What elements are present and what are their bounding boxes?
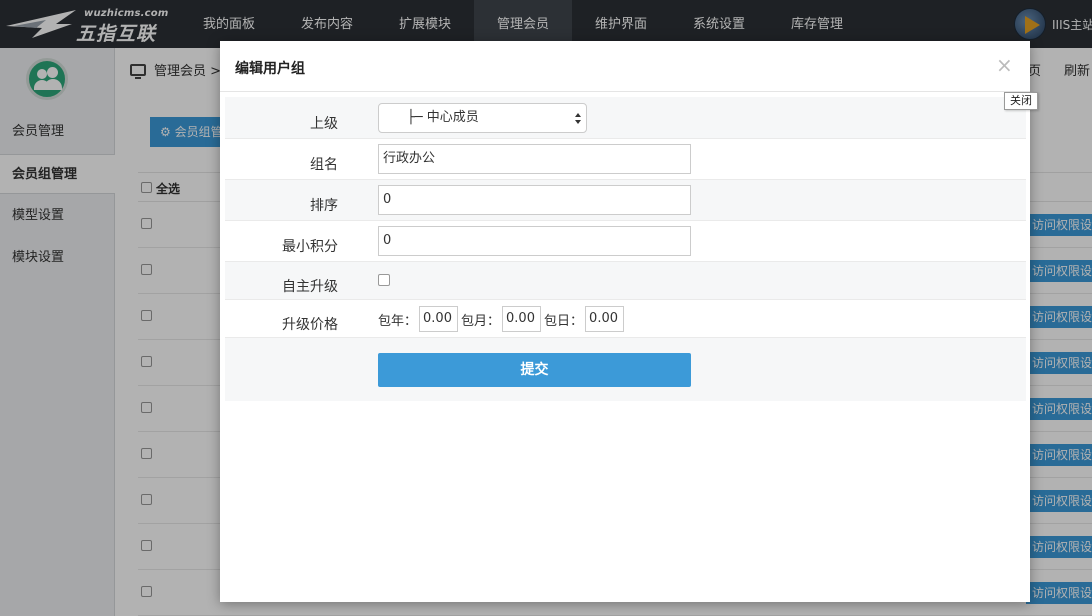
form-row-name: 组名 行政办公 [225, 139, 1026, 180]
select-arrows-icon [575, 113, 581, 125]
upgrade-price-label: 升级价格 [282, 317, 338, 333]
per-month-label: 包月： [461, 313, 501, 329]
min-points-label: 最小积分 [282, 239, 338, 255]
submit-button[interactable]: 提交 [378, 353, 691, 387]
order-input[interactable]: 0 [378, 185, 691, 215]
self-upgrade-label: 自主升级 [282, 279, 338, 295]
self-upgrade-checkbox[interactable] [378, 274, 390, 286]
group-name-input[interactable]: 行政办公 [378, 144, 691, 174]
form-row-upgrade-price: 升级价格 包年： 0.00 包月： 0.00 包日： 0.00 [225, 300, 1026, 338]
form-row-self-upgrade: 自主升级 [225, 262, 1026, 300]
edit-group-dialog: 编辑用户组 × 上级 ├─ 中心成员 组名 行政办公 排序 0 最小积分 0 自… [220, 41, 1030, 602]
form-row-parent: 上级 ├─ 中心成员 [225, 97, 1026, 139]
close-icon[interactable]: × [996, 55, 1013, 75]
name-label: 组名 [310, 157, 338, 173]
dialog-title: 编辑用户组 [235, 61, 305, 77]
per-day-input[interactable]: 0.00 [585, 306, 625, 332]
parent-label: 上级 [310, 116, 338, 132]
per-year-input[interactable]: 0.00 [419, 306, 459, 332]
form-row-submit: 提交 [225, 338, 1026, 401]
form-row-min-points: 最小积分 0 [225, 221, 1026, 262]
parent-select-value: ├─ 中心成员 [407, 110, 479, 125]
order-label: 排序 [310, 198, 338, 214]
dialog-header: 编辑用户组 × [220, 41, 1030, 92]
parent-select[interactable]: ├─ 中心成员 [378, 103, 587, 133]
per-month-input[interactable]: 0.00 [502, 306, 542, 332]
per-day-label: 包日： [544, 313, 584, 329]
form-row-order: 排序 0 [225, 180, 1026, 221]
min-points-input[interactable]: 0 [378, 226, 691, 256]
close-tooltip: 关闭 [1004, 92, 1038, 110]
per-year-label: 包年： [378, 313, 418, 329]
price-inputs: 包年： 0.00 包月： 0.00 包日： 0.00 [378, 306, 627, 332]
